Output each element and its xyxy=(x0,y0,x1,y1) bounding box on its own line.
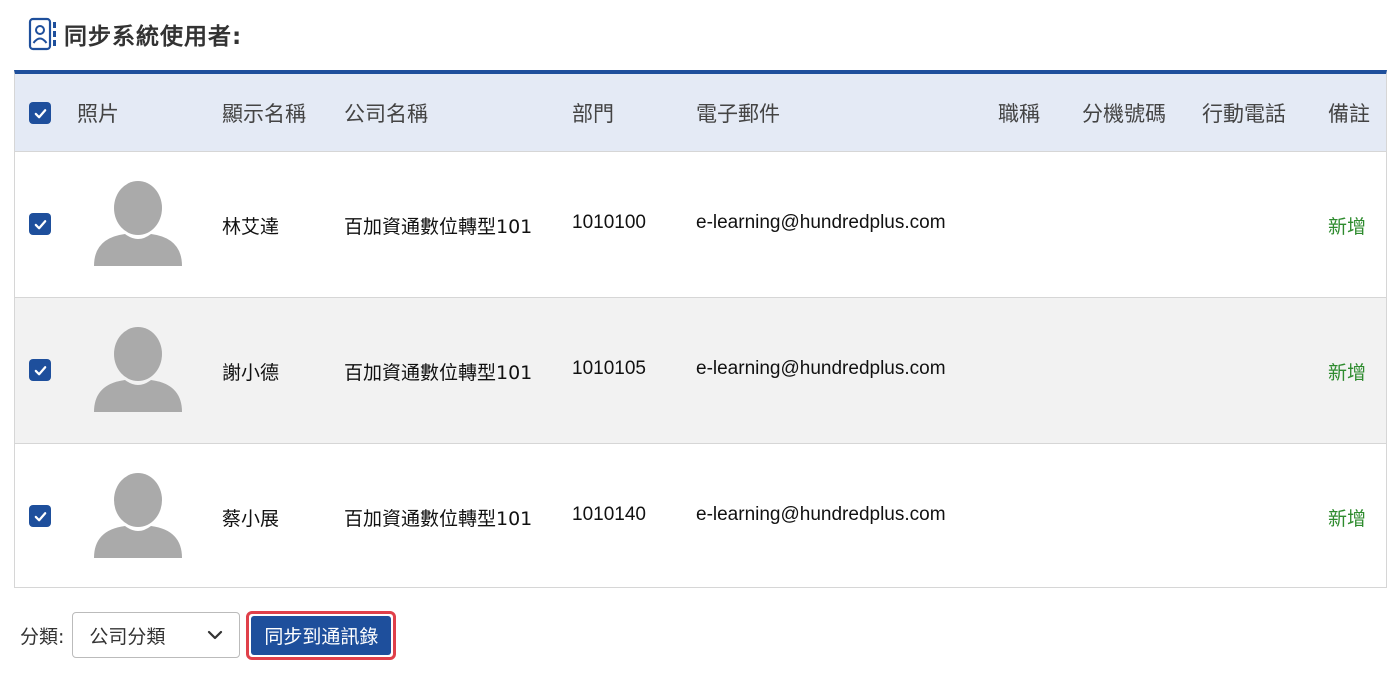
sync-to-contacts-button[interactable]: 同步到通訊錄 xyxy=(251,615,392,655)
col-photo: 照片 xyxy=(77,102,119,126)
check-icon xyxy=(34,219,46,229)
note-status: 新增 xyxy=(1328,216,1367,238)
department: 1010100 xyxy=(572,212,646,233)
email: e-learning@hundredplus.com xyxy=(696,358,946,379)
department: 1010105 xyxy=(572,358,646,379)
email: e-learning@hundredplus.com xyxy=(696,212,946,233)
sync-toolbar: 分類: 公司分類 同步到通訊錄 xyxy=(20,610,397,660)
table-row: 林艾達 百加資通數位轉型101 1010100 e-learning@hundr… xyxy=(15,151,1386,298)
page-title: 同步系統使用者: xyxy=(64,24,243,50)
chevron-down-icon xyxy=(208,630,223,640)
contact-book-icon xyxy=(28,17,56,51)
col-note: 備註 xyxy=(1328,102,1370,126)
category-label: 分類: xyxy=(20,625,65,648)
display-name: 謝小德 xyxy=(222,362,280,384)
avatar-placeholder-icon xyxy=(94,473,182,558)
row-checkbox[interactable] xyxy=(29,505,51,527)
col-job-title: 職稱 xyxy=(998,102,1040,126)
category-select[interactable]: 公司分類 xyxy=(72,612,241,658)
sync-button-highlight: 同步到通訊錄 xyxy=(246,610,397,660)
section-header: 同步系統使用者: xyxy=(28,16,242,52)
col-mobile: 行動電話 xyxy=(1202,102,1286,126)
row-checkbox[interactable] xyxy=(29,213,51,235)
check-icon xyxy=(34,108,46,118)
table-row: 蔡小展 百加資通數位轉型101 1010140 e-learning@hundr… xyxy=(15,443,1386,590)
col-extension: 分機號碼 xyxy=(1082,102,1166,126)
col-display-name: 顯示名稱 xyxy=(222,102,306,126)
select-all-checkbox[interactable] xyxy=(29,102,51,124)
row-checkbox[interactable] xyxy=(29,359,51,381)
note-status: 新增 xyxy=(1328,508,1367,530)
col-email: 電子郵件 xyxy=(696,102,780,126)
avatar-placeholder-icon xyxy=(94,327,182,412)
department: 1010140 xyxy=(572,504,646,525)
company-name: 百加資通數位轉型101 xyxy=(344,362,533,384)
email: e-learning@hundredplus.com xyxy=(696,504,946,525)
category-select-value: 公司分類 xyxy=(89,625,166,648)
display-name: 蔡小展 xyxy=(222,508,280,530)
note-status: 新增 xyxy=(1328,362,1367,384)
company-name: 百加資通數位轉型101 xyxy=(344,508,533,530)
display-name: 林艾達 xyxy=(222,216,280,238)
col-department: 部門 xyxy=(572,102,614,126)
avatar-placeholder-icon xyxy=(94,181,182,266)
table-header-row: 照片 顯示名稱 公司名稱 部門 電子郵件 職稱 分機號碼 行動電話 備註 xyxy=(15,74,1386,151)
table-row: 謝小德 百加資通數位轉型101 1010105 e-learning@hundr… xyxy=(15,297,1386,444)
company-name: 百加資通數位轉型101 xyxy=(344,216,533,238)
check-icon xyxy=(34,365,46,375)
users-table: 照片 顯示名稱 公司名稱 部門 電子郵件 職稱 分機號碼 行動電話 備註 林艾達… xyxy=(14,70,1387,588)
check-icon xyxy=(34,511,46,521)
col-company: 公司名稱 xyxy=(344,102,428,126)
